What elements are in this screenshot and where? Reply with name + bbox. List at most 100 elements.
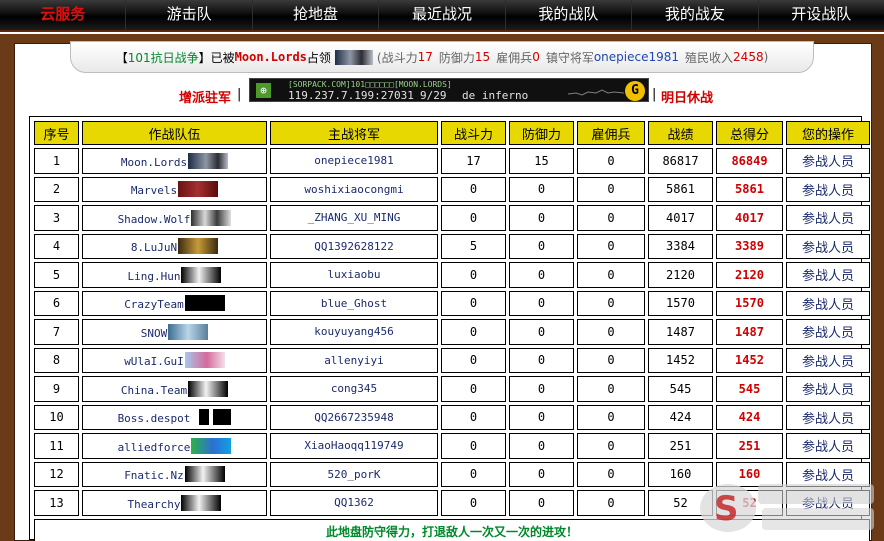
participants-link[interactable]: 参战人员	[786, 262, 870, 288]
defense-cell: 0	[509, 461, 574, 487]
nav-item-my-teammates[interactable]: 我的战友	[632, 0, 759, 30]
defense-cell: 15	[509, 148, 574, 174]
power-cell: 0	[441, 461, 506, 487]
general-cell[interactable]: QQ1392628122	[270, 233, 438, 259]
reinforce-button[interactable]: 增派驻军	[179, 87, 231, 106]
general-cell[interactable]: kouyuyang456	[270, 319, 438, 345]
team-cell[interactable]: Thearchy	[82, 490, 267, 516]
total-score-cell: 1452	[716, 347, 783, 373]
go-icon[interactable]: G	[625, 81, 645, 101]
record-cell: 4017	[648, 205, 713, 231]
team-cell[interactable]: Fnatic.Nz	[82, 461, 267, 487]
participants-link[interactable]: 参战人员	[786, 490, 870, 516]
rank-cell: 5	[34, 262, 79, 288]
team-cell[interactable]: alliedforce	[82, 433, 267, 459]
total-score-cell: 1570	[716, 290, 783, 316]
team-cell[interactable]: CrazyTeam	[82, 290, 267, 316]
rank-cell: 13	[34, 490, 79, 516]
defense-cell: 0	[509, 205, 574, 231]
top-nav: 云服务 游击队 抢地盘 最近战况 我的战队 我的战友 开设战队	[0, 0, 884, 32]
occupier-logo-icon	[334, 49, 373, 65]
general-cell[interactable]: allenyiyi	[270, 347, 438, 373]
general-cell[interactable]: luxiaobu	[270, 262, 438, 288]
general-cell[interactable]: blue_Ghost	[270, 290, 438, 316]
general-cell[interactable]: 520_porK	[270, 461, 438, 487]
team-name[interactable]: China.Team	[121, 384, 187, 397]
team-name[interactable]: alliedforce	[118, 441, 191, 454]
server-address: 119.237.7.199:27031	[288, 89, 414, 102]
general-cell[interactable]: QQ1362	[270, 490, 438, 516]
nav-item-territory[interactable]: 抢地盘	[253, 0, 380, 30]
general-cell[interactable]: woshixiaocongmi	[270, 176, 438, 202]
team-name[interactable]: Shadow.Wolf	[118, 213, 191, 226]
team-cell[interactable]: wUlaI.GuI	[82, 347, 267, 373]
col-team: 作战队伍	[82, 121, 267, 145]
nav-item-recent-battles[interactable]: 最近战况	[379, 0, 506, 30]
participants-link[interactable]: 参战人员	[786, 148, 870, 174]
participants-link[interactable]: 参战人员	[786, 319, 870, 345]
participants-link[interactable]: 参战人员	[786, 376, 870, 402]
merc-cell: 0	[577, 290, 645, 316]
participants-link[interactable]: 参战人员	[786, 347, 870, 373]
team-cell[interactable]: Marvels	[82, 176, 267, 202]
general-cell[interactable]: onepiece1981	[270, 148, 438, 174]
separator: |	[237, 87, 242, 102]
team-name[interactable]: Fnatic.Nz	[124, 469, 184, 482]
general-cell[interactable]: XiaoHaoqq119749	[270, 433, 438, 459]
team-name[interactable]: CrazyTeam	[124, 298, 184, 311]
team-name[interactable]: Moon.Lords	[121, 156, 187, 169]
participants-link[interactable]: 参战人员	[786, 433, 870, 459]
participants-link[interactable]: 参战人员	[786, 461, 870, 487]
bracket-open: 【	[115, 50, 128, 65]
team-name[interactable]: SNOW	[141, 327, 168, 340]
team-logo-icon	[184, 466, 225, 483]
general-label: 镇守将军	[545, 50, 594, 65]
participants-link[interactable]: 参战人员	[786, 205, 870, 231]
income-value: 2458	[733, 50, 764, 64]
general-cell[interactable]: QQ2667235948	[270, 404, 438, 430]
team-name[interactable]: 8.LuJuN	[131, 241, 177, 254]
power-cell: 0	[441, 262, 506, 288]
team-name[interactable]: Boss.despot	[118, 412, 191, 425]
participants-link[interactable]: 参战人员	[786, 404, 870, 430]
team-cell[interactable]: Ling.Hun	[82, 262, 267, 288]
team-cell[interactable]: Shadow.Wolf	[82, 205, 267, 231]
server-map: de_inferno	[462, 89, 529, 102]
team-cell[interactable]: 8.LuJuN	[82, 233, 267, 259]
nav-item-guerrilla[interactable]: 游击队	[126, 0, 253, 30]
team-name[interactable]: Thearchy	[128, 498, 181, 511]
general-name[interactable]: onepiece1981	[594, 50, 679, 64]
team-cell[interactable]: Boss.despot	[82, 404, 267, 430]
participants-link[interactable]: 参战人员	[786, 290, 870, 316]
merc-cell: 0	[577, 347, 645, 373]
table-row: 5 Ling.Hun luxiaobu 0 0 0 2120 2120 参战人员	[34, 262, 870, 288]
server-banner[interactable]: ⊕ [SORPACK.COM]101□□□□□□[MOON.LORDS] 119…	[249, 78, 649, 102]
occupier-team[interactable]: Moon.Lords	[235, 50, 307, 64]
team-name[interactable]: Marvels	[131, 184, 177, 197]
team-name[interactable]: wUlaI.GuI	[124, 355, 184, 368]
general-cell[interactable]: _ZHANG_XU_MING	[270, 205, 438, 231]
team-cell[interactable]: China.Team	[82, 376, 267, 402]
power-cell: 0	[441, 347, 506, 373]
record-cell: 5861	[648, 176, 713, 202]
power-value: 17	[417, 50, 433, 64]
record-cell: 86817	[648, 148, 713, 174]
participants-link[interactable]: 参战人员	[786, 176, 870, 202]
power-cell: 0	[441, 290, 506, 316]
participants-link[interactable]: 参战人员	[786, 233, 870, 259]
defense-cell: 0	[509, 290, 574, 316]
general-cell[interactable]: cong345	[270, 376, 438, 402]
team-name[interactable]: Ling.Hun	[128, 270, 181, 283]
team-cell[interactable]: SNOW	[82, 319, 267, 345]
merc-cell: 0	[577, 148, 645, 174]
col-power: 战斗力	[441, 121, 506, 145]
battle-name[interactable]: 101抗日战争	[128, 49, 199, 66]
total-score-cell: 52	[716, 490, 783, 516]
nav-item-my-team[interactable]: 我的战队	[506, 0, 633, 30]
nav-item-create-team[interactable]: 开设战队	[759, 0, 884, 30]
tomorrow-truce-button[interactable]: 明日休战	[661, 87, 713, 106]
total-score-cell: 2120	[716, 262, 783, 288]
team-cell[interactable]: Moon.Lords	[82, 148, 267, 174]
nav-item-home[interactable]: 云服务	[0, 0, 127, 30]
merc-value: 0	[532, 50, 540, 64]
